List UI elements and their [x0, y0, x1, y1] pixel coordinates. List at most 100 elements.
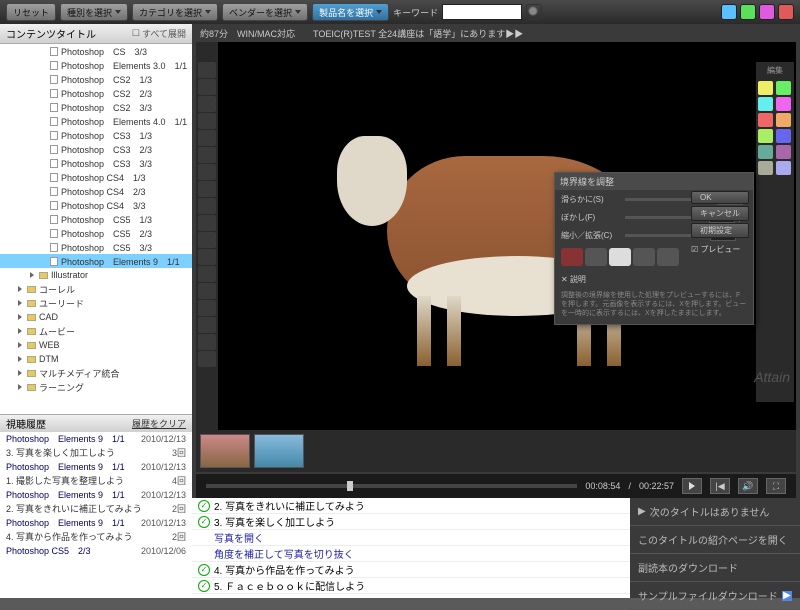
swatch[interactable]: [758, 81, 773, 95]
tree-folder[interactable]: CAD: [0, 310, 192, 324]
tool-icon[interactable]: [198, 181, 216, 197]
view-mode-icon[interactable]: [561, 248, 583, 266]
clear-history-button[interactable]: 履歴をクリア: [132, 417, 186, 430]
tool-icon[interactable]: [198, 113, 216, 129]
history-subitem[interactable]: 4. 写真から作品を作ってみよう2回: [0, 530, 192, 544]
skip-back-button[interactable]: |◀: [710, 478, 730, 494]
tree-item[interactable]: Photoshop CS5 2/3: [0, 226, 192, 240]
lesson-row[interactable]: 写真を開く: [192, 530, 630, 546]
swatch[interactable]: [776, 129, 791, 143]
search-icon[interactable]: [526, 4, 542, 20]
keyword-input[interactable]: [442, 4, 522, 20]
reset-button[interactable]: リセット: [6, 3, 56, 21]
tree-folder[interactable]: ムービー: [0, 324, 192, 338]
swatch[interactable]: [758, 161, 773, 175]
toolbar-icon-1[interactable]: [721, 4, 737, 20]
tool-icon[interactable]: [198, 300, 216, 316]
tool-icon[interactable]: [198, 317, 216, 333]
toolbar-icon-4[interactable]: [778, 4, 794, 20]
history-subitem[interactable]: 3. 写真を楽しく加工しよう3回: [0, 446, 192, 460]
lesson-row[interactable]: 角度を補正して写真を切り抜く: [192, 546, 630, 562]
filter-type[interactable]: 種別を選択: [60, 3, 128, 21]
lesson-row[interactable]: ✓3. 写真を楽しく加工しよう: [192, 514, 630, 530]
cancel-button[interactable]: キャンセル: [691, 206, 749, 221]
view-mode-icon[interactable]: [657, 248, 679, 266]
tool-icon[interactable]: [198, 283, 216, 299]
tree-item[interactable]: Photoshop CS3 2/3: [0, 142, 192, 156]
view-mode-icon[interactable]: [585, 248, 607, 266]
swatch[interactable]: [776, 81, 791, 95]
tree-folder[interactable]: コーレル: [0, 282, 192, 296]
tree-folder[interactable]: ラーニング: [0, 380, 192, 394]
tree-item[interactable]: Photoshop CS4 2/3: [0, 184, 192, 198]
filter-vendor[interactable]: ベンダーを選択: [222, 3, 308, 21]
tree-folder[interactable]: ユーリード: [0, 296, 192, 310]
tool-icon[interactable]: [198, 62, 216, 78]
tree-item[interactable]: Photoshop CS5 3/3: [0, 240, 192, 254]
lesson-row[interactable]: ✓4. 写真から作品を作ってみよう: [192, 562, 630, 578]
thumbnail[interactable]: [200, 434, 250, 468]
tree-item[interactable]: Photoshop CS 3/3: [0, 44, 192, 58]
tool-icon[interactable]: [198, 130, 216, 146]
seek-bar[interactable]: [206, 484, 577, 488]
tree-folder[interactable]: DTM: [0, 352, 192, 366]
history-subitem[interactable]: 1. 撮影した写真を整理しよう4回: [0, 474, 192, 488]
lesson-list[interactable]: ✓2. 写真をきれいに補正してみよう✓3. 写真を楽しく加工しよう写真を開く角度…: [192, 498, 630, 598]
fullscreen-button[interactable]: ⛶: [766, 478, 786, 494]
swatch[interactable]: [758, 145, 773, 159]
swatch[interactable]: [776, 97, 791, 111]
history-subitem[interactable]: 2. 写真をきれいに補正してみよう2回: [0, 502, 192, 516]
swatch[interactable]: [758, 97, 773, 111]
tool-icon[interactable]: [198, 334, 216, 350]
tree-item[interactable]: Photoshop CS5 1/3: [0, 212, 192, 226]
tool-icon[interactable]: [198, 79, 216, 95]
tool-icon[interactable]: [198, 266, 216, 282]
expand-all-button[interactable]: ☐ すべて展開: [132, 27, 186, 40]
tool-icon[interactable]: [198, 198, 216, 214]
tree-item[interactable]: Photoshop Elements 3.0 1/1: [0, 58, 192, 72]
tree-item[interactable]: Photoshop CS4 1/3: [0, 170, 192, 184]
tree-folder[interactable]: Illustrator: [0, 268, 192, 282]
volume-button[interactable]: 🔊: [738, 478, 758, 494]
history-item[interactable]: Photoshop Elements 9 1/12010/12/13: [0, 460, 192, 474]
tree-item[interactable]: Photoshop CS3 3/3: [0, 156, 192, 170]
tree-item[interactable]: Photoshop CS3 1/3: [0, 128, 192, 142]
play-button[interactable]: [682, 478, 702, 494]
view-mode-icon[interactable]: [633, 248, 655, 266]
lesson-row[interactable]: ✓2. 写真をきれいに補正してみよう: [192, 498, 630, 514]
swatch[interactable]: [758, 129, 773, 143]
history-item[interactable]: Photoshop Elements 9 1/12010/12/13: [0, 488, 192, 502]
tree-item[interactable]: Photoshop Elements 9 1/1: [0, 254, 192, 268]
tool-icon[interactable]: [198, 164, 216, 180]
tree-item[interactable]: Photoshop CS2 1/3: [0, 72, 192, 86]
tool-icon[interactable]: [198, 249, 216, 265]
tree-item[interactable]: Photoshop CS2 2/3: [0, 86, 192, 100]
filter-product[interactable]: 製品名を選択: [312, 3, 389, 21]
tool-icon[interactable]: [198, 96, 216, 112]
subdoc-download-link[interactable]: 副読本のダウンロード: [630, 554, 800, 582]
swatch[interactable]: [776, 113, 791, 127]
swatch[interactable]: [776, 161, 791, 175]
tool-icon[interactable]: [198, 351, 216, 367]
toolbar-icon-2[interactable]: [740, 4, 756, 20]
tree-item[interactable]: Photoshop Elements 4.0 1/1: [0, 114, 192, 128]
thumbnail[interactable]: [254, 434, 304, 468]
lesson-row[interactable]: ✓5. Ｆａｃｅｂｏｏｋに配信しよう: [192, 578, 630, 594]
tree-item[interactable]: Photoshop CS4 3/3: [0, 198, 192, 212]
tree-folder[interactable]: マルチメディア統合: [0, 366, 192, 380]
history-item[interactable]: Photoshop CS5 2/32010/12/06: [0, 544, 192, 558]
tree-item[interactable]: Photoshop CS2 3/3: [0, 100, 192, 114]
tool-icon[interactable]: [198, 215, 216, 231]
view-mode-icon[interactable]: [609, 248, 631, 266]
toolbar-icon-3[interactable]: [759, 4, 775, 20]
tree-folder[interactable]: WEB: [0, 338, 192, 352]
history-list[interactable]: Photoshop Elements 9 1/12010/12/133. 写真を…: [0, 432, 192, 598]
content-tree[interactable]: Photoshop CS 3/3Photoshop Elements 3.0 1…: [0, 44, 192, 414]
history-item[interactable]: Photoshop Elements 9 1/12010/12/13: [0, 516, 192, 530]
swatch[interactable]: [776, 145, 791, 159]
filter-category[interactable]: カテゴリを選択: [132, 3, 218, 21]
history-item[interactable]: Photoshop Elements 9 1/12010/12/13: [0, 432, 192, 446]
tool-icon[interactable]: [198, 232, 216, 248]
refine-edge-dialog[interactable]: 境界線を調整 滑らかに(S)ぼかし(F)px縮小／拡張(C)% OK キャンセル…: [554, 172, 754, 325]
default-button[interactable]: 初期設定: [691, 223, 749, 238]
